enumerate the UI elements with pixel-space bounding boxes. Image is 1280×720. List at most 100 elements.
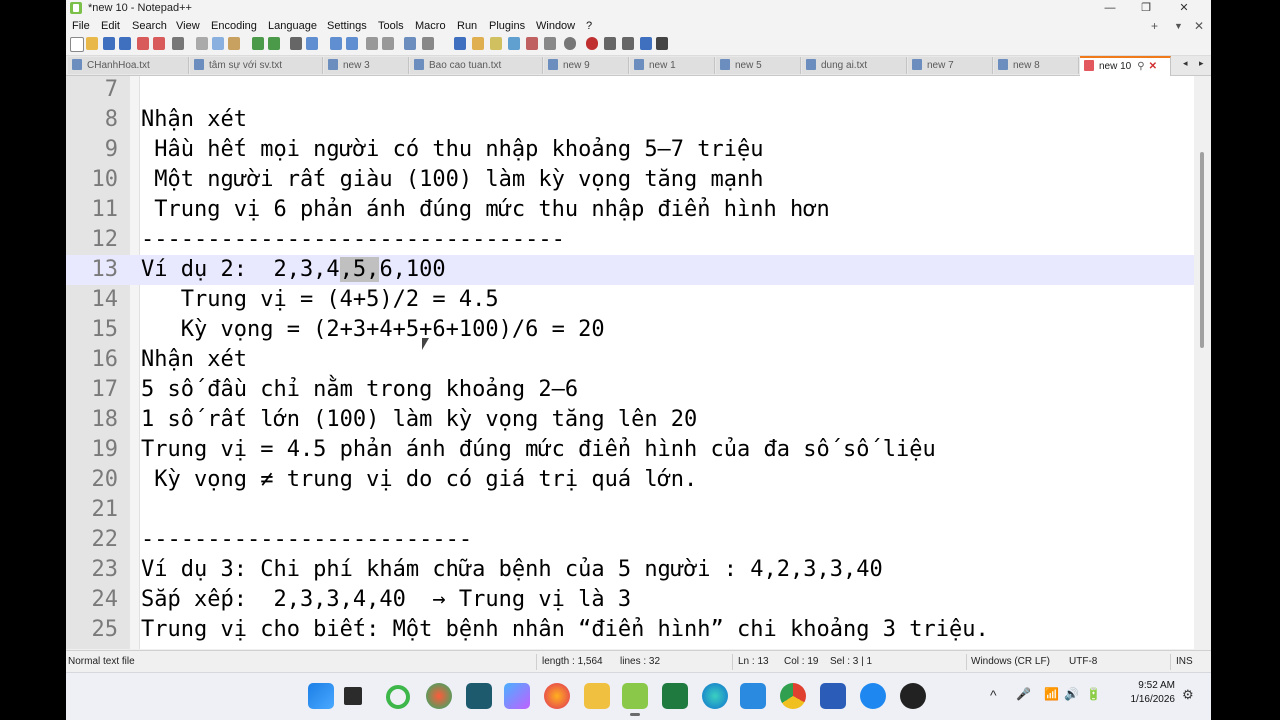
tab-new-3[interactable]: new 3	[324, 57, 409, 74]
editor-line[interactable]: 19 Trung vị = 4.5 phản ánh đúng mức điển …	[66, 435, 1194, 465]
system-clock[interactable]: 9:52 AM 1/16/2026	[1131, 679, 1176, 707]
obs-icon[interactable]	[900, 683, 926, 709]
redo-icon[interactable]	[268, 37, 280, 50]
tab-new-10[interactable]: new 10 ⚲ ✕	[1080, 56, 1171, 76]
menu-window[interactable]: Window	[536, 20, 575, 32]
start-recording-icon[interactable]	[586, 37, 598, 50]
tab-scroll-right-icon[interactable]: ▸	[1199, 58, 1204, 69]
editor-line[interactable]: 16 Nhận xét	[66, 345, 1194, 375]
editor-line[interactable]: 12 --------------------------------	[66, 225, 1194, 255]
status-encoding[interactable]: UTF-8	[1069, 656, 1097, 667]
editor-line[interactable]: 14 Trung vị = (4+5)/2 = 4.5	[66, 285, 1194, 315]
menu-edit[interactable]: Edit	[101, 20, 120, 32]
editor-line[interactable]: 17 5 số đầu chỉ nằm trong khoảng 2–6	[66, 375, 1194, 405]
tray-overflow-chevron-icon[interactable]: ^	[990, 687, 997, 703]
editor-line[interactable]: 22 -------------------------	[66, 525, 1194, 555]
title-bar[interactable]: *new 10 - Notepad++ — ❐ ✕	[66, 0, 1211, 17]
tab-new-9[interactable]: new 9	[544, 57, 629, 74]
tab-bao-cao-tuan[interactable]: Bao cao tuan.txt	[410, 57, 543, 74]
tab-chanhhoa[interactable]: CHanhHoa.txt	[68, 57, 189, 74]
chrome-icon[interactable]	[780, 683, 806, 709]
text-editor[interactable]: 7 8 Nhận xét 9 Hầu hết mọi người có thu n…	[66, 76, 1211, 649]
menu-help[interactable]: ?	[586, 20, 592, 32]
vscode-icon[interactable]	[740, 683, 766, 709]
editor-line[interactable]: 18 1 số rất lớn (100) làm kỳ vọng tăng lê…	[66, 405, 1194, 435]
vertical-scrollbar[interactable]	[1194, 76, 1211, 649]
find-icon[interactable]	[290, 37, 302, 50]
new-tab-button[interactable]: +	[1151, 19, 1158, 33]
menu-macro[interactable]: Macro	[415, 20, 446, 32]
tab-new-8[interactable]: new 8	[994, 57, 1079, 74]
file-explorer-icon[interactable]	[584, 683, 610, 709]
status-eol-format[interactable]: Windows (CR LF)	[971, 656, 1050, 667]
run-macro-multiple-icon[interactable]	[640, 37, 652, 50]
menu-file[interactable]: File	[72, 20, 90, 32]
windows-start-icon[interactable]	[308, 683, 334, 709]
editor-line[interactable]: 15 Kỳ vọng = (2+3+4+5+6+100)/6 = 20	[66, 315, 1194, 345]
notification-bell-icon[interactable]: ⚙	[1182, 687, 1194, 703]
editor-line[interactable]: 20 Kỳ vọng ≠ trung vị do có giá trị quá …	[66, 465, 1194, 495]
close-document-button[interactable]: ✕	[1194, 19, 1204, 33]
tab-close-icon[interactable]: ✕	[1149, 61, 1157, 72]
editor-line-current[interactable]: 13 Ví dụ 2: 2,3,4,5,6,100	[66, 255, 1194, 285]
maximize-button[interactable]: ❐	[1128, 0, 1164, 17]
editor-line[interactable]: 7	[66, 76, 1194, 105]
show-all-chars-icon[interactable]	[422, 37, 434, 50]
monitoring-icon[interactable]	[544, 37, 556, 50]
paste-icon[interactable]	[228, 37, 240, 50]
menu-language[interactable]: Language	[268, 20, 317, 32]
copilot-icon[interactable]	[386, 685, 410, 709]
save-all-icon[interactable]	[119, 37, 131, 50]
volume-icon[interactable]: 🔊	[1064, 687, 1079, 701]
editor-line[interactable]: 24 Sắp xếp: 2,3,3,4,40 → Trung vị là 3	[66, 585, 1194, 615]
battery-icon[interactable]: 🔋	[1086, 687, 1101, 701]
doc-map-icon[interactable]	[490, 37, 502, 50]
word-wrap-icon[interactable]	[404, 37, 416, 50]
menu-run[interactable]: Run	[457, 20, 477, 32]
editor-line[interactable]: 10 Một người rất giàu (100) làm kỳ vọng …	[66, 165, 1194, 195]
minimize-button[interactable]: —	[1092, 0, 1128, 17]
zalo-icon[interactable]	[860, 683, 886, 709]
pin-icon[interactable]: ⚲	[1137, 61, 1144, 72]
tab-new-7[interactable]: new 7	[908, 57, 993, 74]
word-icon[interactable]	[820, 683, 846, 709]
excel-icon[interactable]	[662, 683, 688, 709]
sync-horizontal-icon[interactable]	[382, 37, 394, 50]
print-icon[interactable]	[172, 37, 184, 50]
menu-tools[interactable]: Tools	[378, 20, 404, 32]
save-icon[interactable]	[103, 37, 115, 50]
playback-icon[interactable]	[622, 37, 634, 50]
close-button[interactable]: ✕	[1166, 0, 1202, 17]
menu-encoding[interactable]: Encoding	[211, 20, 257, 32]
menu-settings[interactable]: Settings	[327, 20, 367, 32]
open-file-icon[interactable]	[86, 37, 98, 50]
editor-line[interactable]: 23 Ví dụ 3: Chi phí khám chữa bệnh của 5 …	[66, 555, 1194, 585]
microphone-icon[interactable]: 🎤	[1016, 687, 1031, 701]
tab-new-1[interactable]: new 1	[630, 57, 715, 74]
notepad-plus-plus-taskbar-icon[interactable]	[622, 683, 648, 716]
editor-line[interactable]: 11 Trung vị 6 phản ánh đúng mức thu nhập…	[66, 195, 1194, 225]
cut-icon[interactable]	[196, 37, 208, 50]
editor-line[interactable]: 9 Hầu hết mọi người có thu nhập khoảng 5…	[66, 135, 1194, 165]
new-file-icon[interactable]	[70, 37, 84, 52]
scrollbar-thumb[interactable]	[1200, 152, 1204, 348]
tab-scroll-left-icon[interactable]: ◂	[1183, 58, 1188, 69]
wifi-icon[interactable]: 📶	[1044, 687, 1059, 701]
record-macro-icon[interactable]	[564, 37, 576, 50]
zoom-out-icon[interactable]	[346, 37, 358, 50]
tab-new-5[interactable]: new 5	[716, 57, 801, 74]
stop-recording-icon[interactable]	[604, 37, 616, 50]
task-view-icon[interactable]	[344, 687, 362, 705]
tab-tam-su-voi-sv[interactable]: tâm sự với sv.txt	[190, 57, 323, 74]
zoom-in-icon[interactable]	[330, 37, 342, 50]
tab-dung-ai[interactable]: dung ai.txt	[802, 57, 907, 74]
edge-icon[interactable]	[702, 683, 728, 709]
editor-line[interactable]: 25 Trung vị cho biết: Một bệnh nhân “điển…	[66, 615, 1194, 645]
menu-search[interactable]: Search	[132, 20, 167, 32]
menu-plugins[interactable]: Plugins	[489, 20, 525, 32]
tab-list-dropdown[interactable]: ▼	[1174, 21, 1183, 31]
sync-vertical-icon[interactable]	[366, 37, 378, 50]
replace-icon[interactable]	[306, 37, 318, 50]
close-all-icon[interactable]	[153, 37, 165, 50]
indent-guide-icon[interactable]	[454, 37, 466, 50]
